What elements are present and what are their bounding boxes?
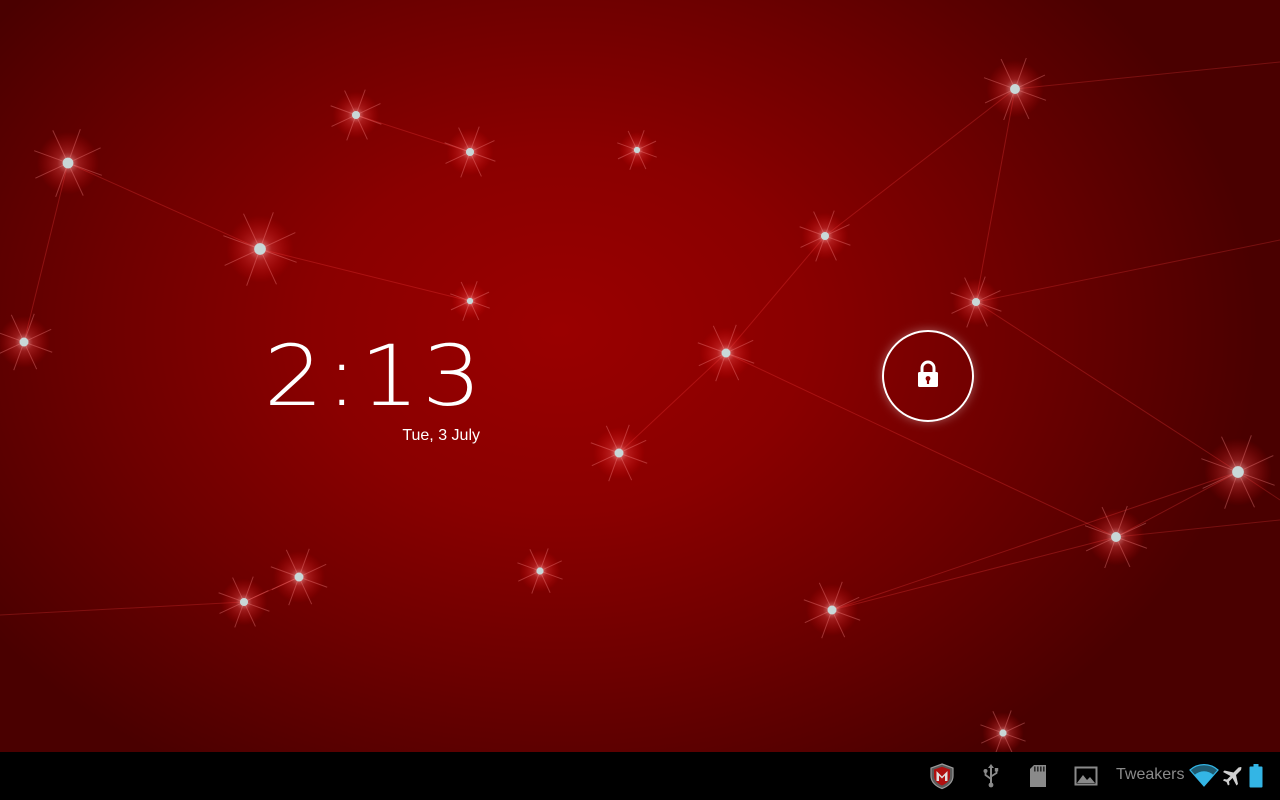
star-glint <box>34 129 102 197</box>
star-glint <box>270 548 328 606</box>
status-bar[interactable]: Tweakers <box>0 752 1280 800</box>
clock-date: Tue, 3 July <box>402 427 480 444</box>
unlock-handle[interactable] <box>882 330 974 422</box>
star-glint <box>980 710 1026 752</box>
star-glint <box>450 281 490 321</box>
mcafee-icon[interactable] <box>926 762 958 790</box>
clock-time: 2:13 <box>263 327 484 425</box>
live-wallpaper <box>0 0 1280 752</box>
star-glint <box>1084 505 1148 569</box>
star-field <box>0 57 1280 752</box>
star-glint <box>590 424 648 482</box>
wifi-icon[interactable] <box>1188 762 1220 790</box>
battery-icon[interactable] <box>1246 762 1266 790</box>
star-glint <box>799 210 851 262</box>
star-glint <box>983 57 1047 121</box>
star-glint <box>1201 435 1275 509</box>
usb-icon[interactable] <box>980 762 1002 790</box>
gallery-icon[interactable] <box>1072 762 1100 790</box>
star-glint <box>330 89 382 141</box>
star-glint <box>697 324 755 382</box>
star-glint <box>0 313 53 371</box>
star-glint <box>223 212 297 286</box>
sd-card-icon[interactable] <box>1026 762 1050 790</box>
star-glint <box>444 126 496 178</box>
lock-icon <box>915 359 941 394</box>
star-glint <box>517 548 563 594</box>
star-glint <box>803 581 861 639</box>
airplane-mode-icon[interactable] <box>1220 762 1244 790</box>
lock-screen: 2:13 Tue, 3 July Tweakers <box>0 0 1280 800</box>
star-glint <box>617 130 657 170</box>
star-glint <box>218 576 270 628</box>
star-glint <box>950 276 1002 328</box>
carrier-label: Tweakers <box>1116 766 1185 783</box>
